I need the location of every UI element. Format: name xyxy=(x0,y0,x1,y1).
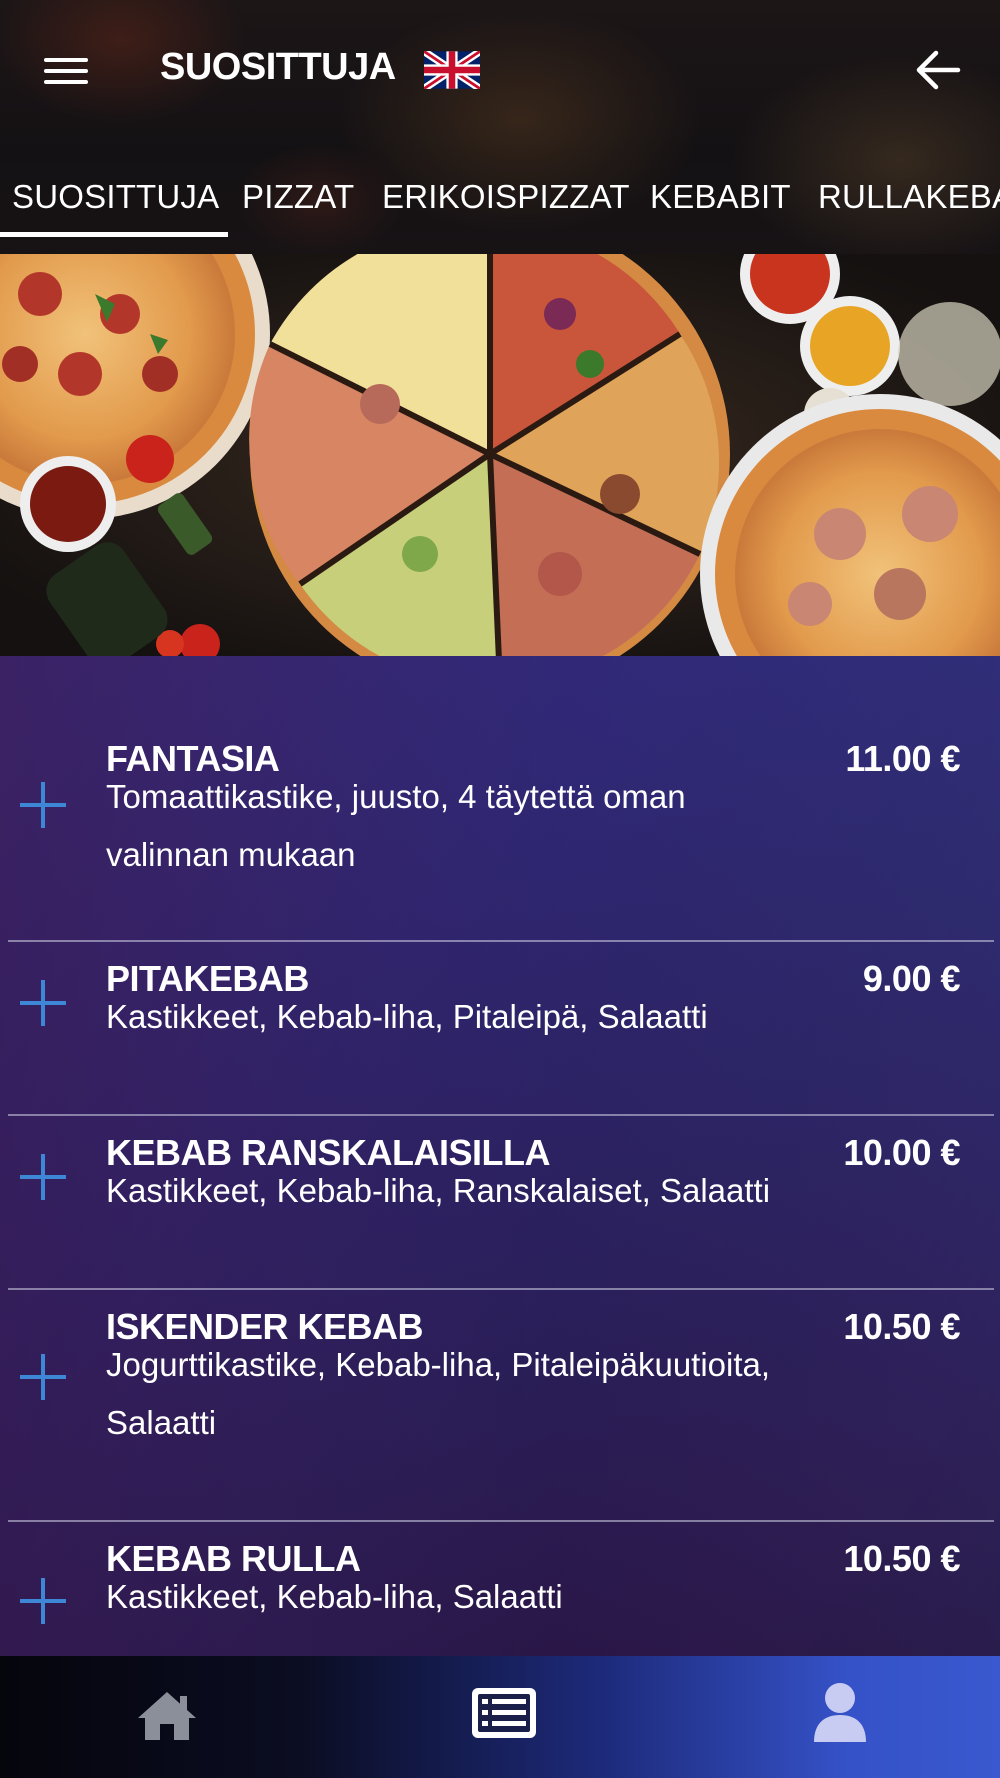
item-description: Tomaattikastike, juusto, 4 täytettä oman… xyxy=(106,778,686,873)
add-to-cart-plus-icon[interactable] xyxy=(20,980,66,1026)
tab-suosittuja[interactable]: SUOSITTUJA xyxy=(12,178,219,216)
menu-list-icon[interactable] xyxy=(470,1686,538,1745)
item-description: Kastikkeet, Kebab-liha, Salaatti xyxy=(106,1578,563,1615)
header-area: SUOSITTUJA SUOSITTUJA PIZZAT ERIKOISPIZZ… xyxy=(0,0,1000,254)
tab-erikoispizzat[interactable]: ERIKOISPIZZAT xyxy=(382,178,630,216)
home-icon[interactable] xyxy=(136,1688,198,1747)
user-profile-icon[interactable] xyxy=(812,1682,868,1747)
hamburger-menu-icon[interactable] xyxy=(44,56,92,86)
page-title: SUOSITTUJA xyxy=(160,46,396,88)
item-description: Jogurttikastike, Kebab-liha, Pitaleipäku… xyxy=(106,1346,771,1441)
divider xyxy=(8,1114,994,1116)
divider xyxy=(8,1288,994,1290)
divider xyxy=(8,940,994,942)
arrow-left-icon[interactable] xyxy=(914,48,962,92)
active-tab-indicator xyxy=(0,232,228,237)
add-to-cart-plus-icon[interactable] xyxy=(20,1154,66,1200)
bottom-navigation xyxy=(0,1656,1000,1778)
app-bar: SUOSITTUJA xyxy=(0,0,1000,140)
tab-kebabit[interactable]: KEBABIT xyxy=(650,178,791,216)
add-to-cart-plus-icon[interactable] xyxy=(20,782,66,828)
tab-rullakebab[interactable]: RULLAKEBA xyxy=(818,178,1000,216)
uk-flag-icon[interactable] xyxy=(421,48,483,92)
tab-pizzat[interactable]: PIZZAT xyxy=(242,178,354,216)
item-description: Kastikkeet, Kebab-liha, Ranskalaiset, Sa… xyxy=(106,1172,771,1209)
add-to-cart-plus-icon[interactable] xyxy=(20,1354,66,1400)
hero-pizza-image xyxy=(0,254,1000,656)
divider xyxy=(8,1520,994,1522)
menu-item-list: FANTASIA 11.00 € Tomaattikastike, juusto… xyxy=(0,656,1000,1656)
add-to-cart-plus-icon[interactable] xyxy=(20,1578,66,1624)
category-tabs: SUOSITTUJA PIZZAT ERIKOISPIZZAT KEBABIT … xyxy=(0,168,1000,238)
item-description: Kastikkeet, Kebab-liha, Pitaleipä, Salaa… xyxy=(106,998,708,1035)
